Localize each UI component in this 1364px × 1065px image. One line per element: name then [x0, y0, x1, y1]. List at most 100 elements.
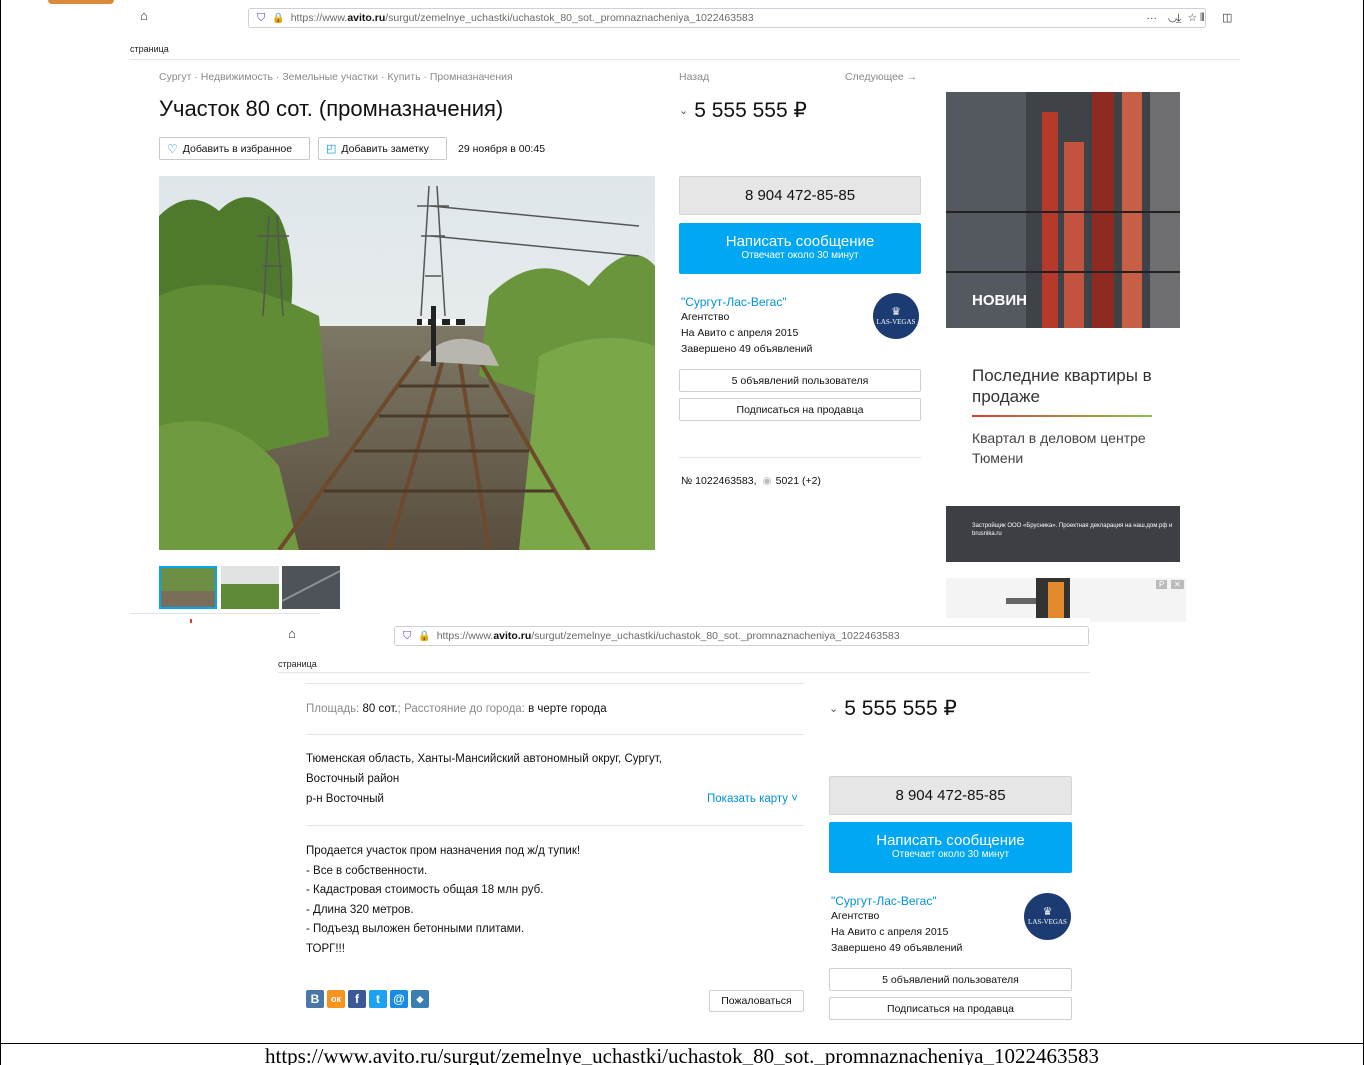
- write-message-button[interactable]: Написать сообщение Отвечает около 30 мин…: [679, 223, 921, 274]
- divider: [679, 457, 921, 458]
- subscribe-button[interactable]: Подписаться на продавца: [829, 997, 1072, 1020]
- seller-completed: Завершено 49 объявлений: [831, 942, 963, 954]
- thumbnail-1[interactable]: [159, 566, 217, 609]
- price-block: ⌄ 5 555 555 ₽: [679, 98, 807, 123]
- page-title: Участок 80 сот. (промназначения): [159, 96, 504, 121]
- price: 5 555 555 ₽: [694, 99, 807, 122]
- lock-icon: 🔒: [418, 630, 431, 642]
- complain-button[interactable]: Пожаловаться: [709, 990, 804, 1012]
- divider: [306, 825, 804, 826]
- toolbar-divider-2: [278, 672, 1090, 673]
- url-bar[interactable]: ⛉ 🔒 https://www.avito.ru/surgut/zemelnye…: [248, 8, 1206, 28]
- address-line-2: Восточный район: [306, 773, 400, 785]
- seller-name[interactable]: "Сургут-Лас-Вегас": [681, 295, 787, 309]
- home-icon[interactable]: ⌂: [140, 8, 148, 24]
- user-ads-button[interactable]: 5 объявлений пользователя: [829, 968, 1072, 991]
- seller-type: Агентство: [831, 910, 880, 922]
- description-line: ТОРГ!!!: [306, 943, 345, 955]
- heart-icon: ♡: [167, 141, 178, 156]
- page-caption: https://www.avito.ru/surgut/zemelnye_uch…: [264, 1044, 1099, 1065]
- item-meta: № 1022463583, ◉ 5021 (+2): [681, 475, 821, 487]
- thumbnail-2[interactable]: [221, 566, 279, 609]
- share-bar: В ок f t @ ◆: [306, 990, 429, 1008]
- ad-divider: [972, 415, 1152, 417]
- url-text: https://www.avito.ru/surgut/zemelnye_uch…: [436, 630, 900, 642]
- listing-photo[interactable]: [159, 176, 655, 550]
- write-message-button[interactable]: Написать сообщение Отвечает около 30 мин…: [829, 822, 1072, 873]
- seller-avatar[interactable]: ♛ LAS-VEGAS: [1024, 893, 1071, 940]
- item-number: № 1022463583,: [681, 475, 757, 487]
- twitter-share-icon[interactable]: t: [369, 990, 387, 1008]
- description-line: - Подъезд выложен бетонными плитами.: [306, 923, 525, 935]
- shield-icon[interactable]: ⛉: [257, 12, 265, 25]
- library-icon[interactable]: ⫴: [1200, 10, 1205, 26]
- star-icon[interactable]: ☆: [1188, 12, 1197, 24]
- note-icon: ◰: [326, 143, 337, 155]
- eye-icon: ◉: [762, 475, 772, 487]
- browser-toolbar: ⌂ ⛉ 🔒 https://www.avito.ru/surgut/zemeln…: [130, 4, 1240, 56]
- subscribe-button[interactable]: Подписаться на продавца: [679, 398, 921, 421]
- ok-share-icon[interactable]: ок: [327, 990, 345, 1008]
- download-icon[interactable]: ⤓: [1176, 10, 1181, 26]
- user-ads-button[interactable]: 5 объявлений пользователя: [679, 369, 921, 392]
- view-count: 5021 (+2): [775, 475, 821, 487]
- seller-avatar[interactable]: ♛ LAS-VEGAS: [873, 293, 919, 339]
- red-mark: [190, 619, 192, 623]
- url-bar-2[interactable]: ⛉ 🔒 https://www.avito.ru/surgut/zemelnye…: [394, 626, 1089, 646]
- mail-share-icon[interactable]: @: [390, 990, 408, 1008]
- crown-icon: ♛: [891, 305, 901, 318]
- seller-completed: Завершено 49 объявлений: [681, 343, 813, 355]
- posted-date: 29 ноября в 00:45: [458, 143, 546, 155]
- chevron-down-icon[interactable]: ⌄: [679, 104, 688, 117]
- add-note-button[interactable]: ◰ Добавить заметку: [318, 137, 447, 160]
- lock-icon: 🔒: [272, 12, 285, 24]
- chevron-down-icon[interactable]: ⌄: [829, 702, 838, 715]
- divider: [306, 734, 804, 735]
- address-line-3: р-н Восточный: [306, 793, 384, 805]
- ad-badge: НОВИН: [972, 292, 1027, 309]
- description-line: - Длина 320 метров.: [306, 904, 414, 916]
- sidebar-icon[interactable]: ◫: [1222, 10, 1232, 26]
- ad-footer: Застройщик ООО «Брусника». Проектная дек…: [946, 506, 1180, 562]
- ad-banner[interactable]: НОВИН Последние квартиры в продаже Кварт…: [946, 92, 1180, 562]
- crown-icon: ♛: [1042, 906, 1053, 918]
- home-icon[interactable]: ⌂: [288, 626, 296, 642]
- window-tab-accent: [48, 0, 114, 4]
- tab-label[interactable]: страница: [278, 659, 317, 669]
- browser-toolbar-2: ⌂ ⛉ 🔒 https://www.avito.ru/surgut/zemeln…: [278, 622, 1090, 672]
- divider: [130, 613, 320, 614]
- price-block-2: ⌄ 5 555 555 ₽: [829, 696, 957, 721]
- description-line: - Все в собственности.: [306, 865, 428, 877]
- ad-label: P: [1156, 580, 1168, 589]
- seller-since: На Авито с апреля 2015: [681, 327, 799, 339]
- more-icon[interactable]: ···: [1147, 12, 1158, 24]
- close-icon[interactable]: ✕: [1171, 580, 1184, 589]
- small-ad[interactable]: P ✕: [946, 578, 1186, 622]
- phone-button[interactable]: 8 904 472-85-85: [679, 176, 921, 215]
- thumbnail-3[interactable]: [282, 566, 340, 609]
- vk-share-icon[interactable]: В: [306, 990, 324, 1008]
- seller-name[interactable]: "Сургут-Лас-Вегас": [831, 894, 937, 908]
- favorite-button[interactable]: ♡ Добавить в избранное: [159, 137, 310, 160]
- description-line: - Кадастровая стоимость общая 18 млн руб…: [306, 884, 544, 896]
- breadcrumb[interactable]: Сургут · Недвижимость · Земельные участк…: [159, 71, 513, 83]
- url-text: https://www.avito.ru/surgut/zemelnye_uch…: [290, 12, 754, 24]
- tab-label[interactable]: страница: [130, 44, 169, 54]
- shield-icon[interactable]: ⛉: [403, 630, 411, 643]
- ad-headline: Последние квартиры в продаже: [972, 366, 1152, 406]
- divider: [306, 683, 804, 684]
- seller-type: Агентство: [681, 311, 730, 323]
- params-line: Площадь: 80 сот.; Расстояние до города: …: [306, 703, 607, 715]
- description-line: Продается участок пром назначения под ж/…: [306, 845, 581, 857]
- back-link[interactable]: Назад: [679, 71, 709, 83]
- address-line-1: Тюменская область, Ханты-Мансийский авто…: [306, 753, 662, 765]
- facebook-share-icon[interactable]: f: [348, 990, 366, 1008]
- small-ad-image: [1006, 578, 1070, 622]
- show-map-link[interactable]: Показать карту ˅: [707, 790, 798, 810]
- seller-since: На Авито с апреля 2015: [831, 926, 949, 938]
- price: 5 555 555 ₽: [844, 697, 957, 720]
- next-link[interactable]: Следующее →: [845, 71, 917, 83]
- phone-button[interactable]: 8 904 472-85-85: [829, 776, 1072, 815]
- lj-share-icon[interactable]: ◆: [411, 990, 429, 1008]
- ad-subline: Квартал в деловом центре Тюмени: [972, 430, 1146, 466]
